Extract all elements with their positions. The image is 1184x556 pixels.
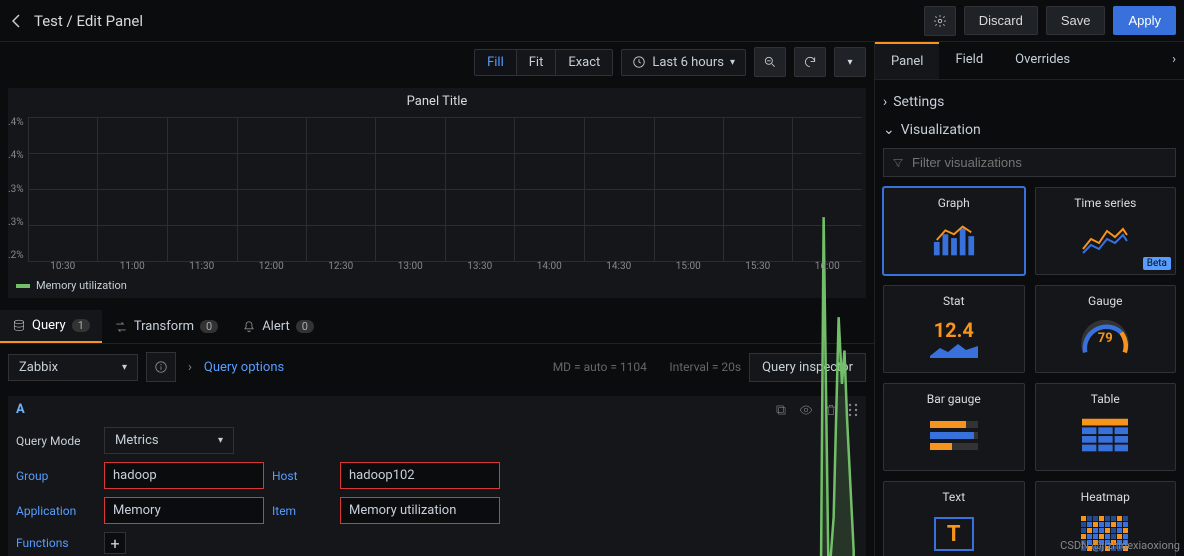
viz-graph[interactable]: Graph — [883, 187, 1025, 275]
side-tab-overflow[interactable]: › — [1164, 42, 1184, 79]
refresh-button[interactable] — [794, 47, 826, 77]
discard-button[interactable]: Discard — [964, 6, 1038, 35]
side-tab-overrides[interactable]: Overrides — [999, 42, 1086, 79]
watermark: CSDN @jizhidexiaoxiong — [1060, 539, 1180, 552]
viz-time-series[interactable]: Time series Beta — [1035, 187, 1177, 275]
chevron-down-icon: ⌄ — [883, 122, 895, 138]
chevron-down-icon: ▾ — [730, 57, 735, 68]
viz-text[interactable]: Text T — [883, 481, 1025, 556]
panel-title: Panel Title — [8, 88, 866, 115]
section-visualization[interactable]: ⌄ Visualization — [883, 116, 1176, 144]
viz-bar-gauge[interactable]: Bar gauge — [883, 383, 1025, 471]
viz-table[interactable]: Table — [1035, 383, 1177, 471]
graph-icon — [931, 216, 977, 264]
transform-icon — [114, 320, 128, 334]
tab-transform[interactable]: Transform 0 — [102, 310, 230, 343]
text-icon: T — [934, 510, 974, 556]
table-icon — [1082, 412, 1128, 460]
filter-icon — [892, 157, 904, 169]
time-series-icon — [1081, 216, 1129, 264]
panel-settings-button[interactable] — [924, 6, 956, 36]
chevron-right-icon: › — [883, 94, 887, 110]
table-fill-mode-group: Fill Fit Exact — [474, 49, 613, 76]
visualization-filter-input[interactable] — [912, 155, 1167, 170]
query-ref-id[interactable]: A — [16, 402, 25, 417]
time-range-picker[interactable]: Last 6 hours ▾ — [621, 49, 746, 76]
zoom-out-button[interactable] — [754, 47, 786, 77]
chart-panel: Panel Title .4% .4% .3% .3% .2% — [8, 88, 866, 298]
y-axis: .4% .4% .3% .3% .2% — [8, 115, 28, 275]
fill-mode-fill[interactable]: Fill — [475, 50, 517, 75]
x-axis: 10:3011:0011:3012:0012:3013:0013:3014:00… — [28, 261, 862, 275]
fill-mode-fit[interactable]: Fit — [517, 50, 557, 75]
beta-badge: Beta — [1143, 257, 1171, 270]
transform-count-badge: 0 — [200, 320, 218, 333]
bar-gauge-icon — [930, 412, 978, 460]
clock-icon — [632, 55, 646, 69]
section-settings[interactable]: › Settings — [883, 88, 1176, 116]
query-count-badge: 1 — [72, 319, 90, 332]
tab-alert[interactable]: Alert 0 — [230, 310, 326, 343]
side-tab-field[interactable]: Field — [939, 42, 999, 79]
refresh-interval-dropdown[interactable]: ▾ — [834, 47, 866, 77]
viz-stat[interactable]: Stat 12.4 — [883, 285, 1025, 373]
stat-icon: 12.4 — [930, 314, 978, 362]
database-icon — [12, 319, 26, 333]
apply-button[interactable]: Apply — [1113, 6, 1176, 35]
gauge-icon: 79 — [1078, 314, 1132, 362]
visualization-filter[interactable] — [883, 148, 1176, 177]
viz-gauge[interactable]: Gauge 79 — [1035, 285, 1177, 373]
tab-query[interactable]: Query 1 — [0, 310, 102, 343]
time-range-label: Last 6 hours — [652, 55, 724, 70]
bell-icon — [242, 320, 256, 334]
side-tab-panel[interactable]: Panel — [875, 42, 939, 79]
save-button[interactable]: Save — [1046, 6, 1106, 35]
back-arrow-icon[interactable] — [8, 13, 24, 29]
breadcrumb: Test / Edit Panel — [34, 12, 143, 30]
alert-count-badge: 0 — [296, 320, 314, 333]
fill-mode-exact[interactable]: Exact — [556, 50, 612, 75]
